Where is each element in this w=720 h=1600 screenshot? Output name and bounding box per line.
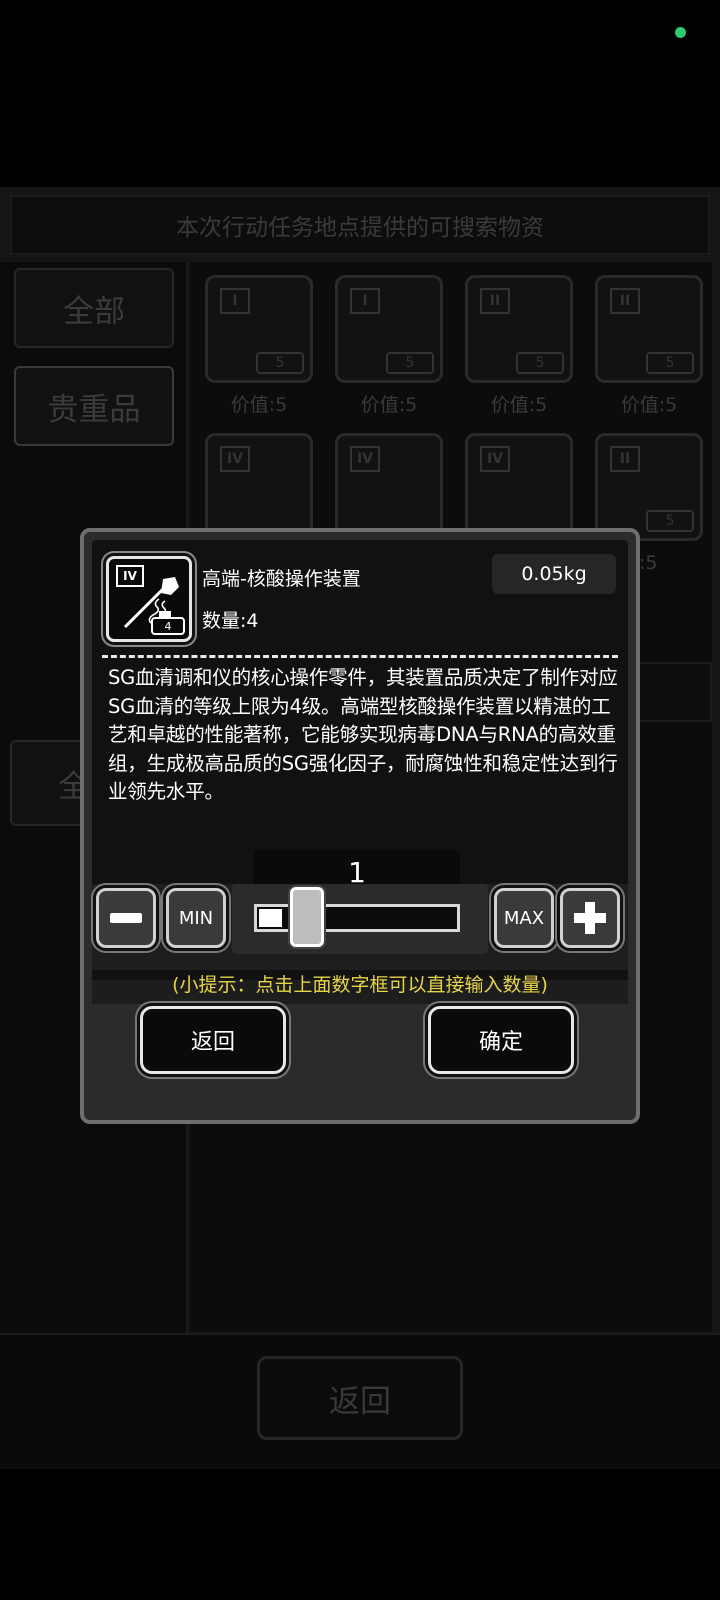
increase-button[interactable] [560, 888, 620, 948]
qty-badge: 5 [646, 510, 694, 532]
loot-panel-title: 本次行动任务地点提供的可搜索物资 [10, 195, 710, 255]
qty-badge: 5 [386, 352, 434, 374]
grid-item-slot[interactable]: I 5 [205, 275, 313, 383]
grid-item-slot[interactable]: II 5 [595, 433, 703, 541]
grid-item-slot[interactable]: IV [335, 433, 443, 541]
tier-label: II [480, 288, 510, 314]
tier-label: IV [350, 446, 380, 472]
minus-icon [110, 913, 142, 923]
input-hint: (小提示：点击上面数字框可以直接输入数量) [172, 974, 548, 996]
item-count: 数量:4 [202, 610, 259, 632]
tier-label: I [350, 288, 380, 314]
min-button[interactable]: MIN [166, 888, 226, 948]
grid-item-slot[interactable]: II 5 [465, 275, 573, 383]
quantity-slider[interactable] [254, 904, 460, 932]
qty-badge: 5 [516, 352, 564, 374]
grid-item-slot[interactable]: I 5 [335, 275, 443, 383]
item-value: 价值:5 [360, 394, 418, 416]
item-name: 高端-核酸操作装置 [202, 568, 361, 590]
tier-label: IV [480, 446, 510, 472]
confirm-button[interactable]: 确定 [428, 1006, 574, 1074]
item-detail-dialog: IV 4 高端-核酸操作装置 数量:4 0.05kg SG血清调和仪的核心操作零… [80, 528, 640, 1124]
qty-badge: 5 [646, 352, 694, 374]
item-value: 价值:5 [620, 394, 678, 416]
background-back-button[interactable]: 返回 [257, 1356, 463, 1440]
tab-valuables[interactable]: 贵重品 [14, 366, 174, 446]
grid-item-slot[interactable]: IV [205, 433, 313, 541]
tier-label: I [220, 288, 250, 314]
qty-badge: 5 [256, 352, 304, 374]
item-weight: 0.05kg [492, 554, 616, 594]
tier-label: II [610, 288, 640, 314]
tier-label: IV [220, 446, 250, 472]
plus-icon [574, 902, 606, 934]
item-value: 价值:5 [490, 394, 548, 416]
quality-badge: 4 [151, 617, 185, 635]
tab-all[interactable]: 全部 [14, 268, 174, 348]
item-icon-frame: IV 4 [106, 556, 192, 642]
item-value: 价值:5 [230, 394, 288, 416]
grid-item-slot[interactable]: IV [465, 433, 573, 541]
item-description: SG血清调和仪的核心操作零件，其装置品质决定了制作对应SG血清的等级上限为4级。… [108, 666, 618, 803]
quantity-controls: MIN MAX [92, 884, 628, 970]
slider-handle[interactable] [290, 887, 324, 947]
grid-item-slot[interactable]: II 5 [595, 275, 703, 383]
slider-fill [259, 909, 282, 927]
divider [102, 655, 618, 658]
back-button[interactable]: 返回 [140, 1006, 286, 1074]
decrease-button[interactable] [96, 888, 156, 948]
max-button[interactable]: MAX [494, 888, 554, 948]
tier-label: II [610, 446, 640, 472]
status-indicator [675, 27, 686, 38]
